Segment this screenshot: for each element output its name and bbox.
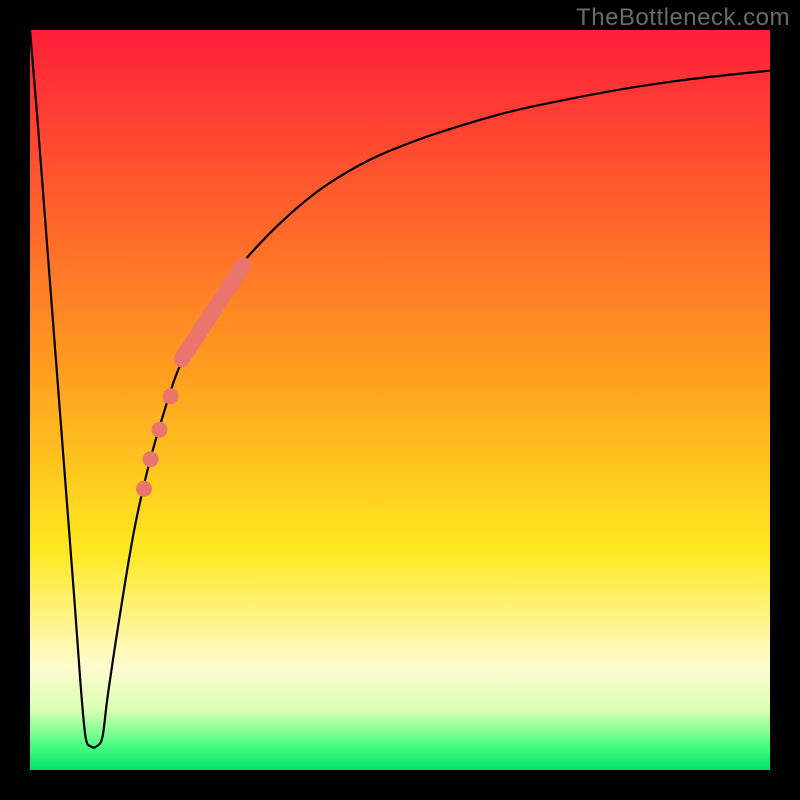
data-point: [136, 481, 152, 497]
plot-area: [30, 30, 770, 770]
gradient-background: [30, 30, 770, 770]
data-point: [152, 422, 168, 438]
watermark-text: TheBottleneck.com: [576, 4, 790, 32]
chart-frame: TheBottleneck.com: [0, 0, 800, 800]
chart-svg: [30, 30, 770, 770]
data-point: [163, 388, 179, 404]
data-point: [143, 451, 159, 467]
